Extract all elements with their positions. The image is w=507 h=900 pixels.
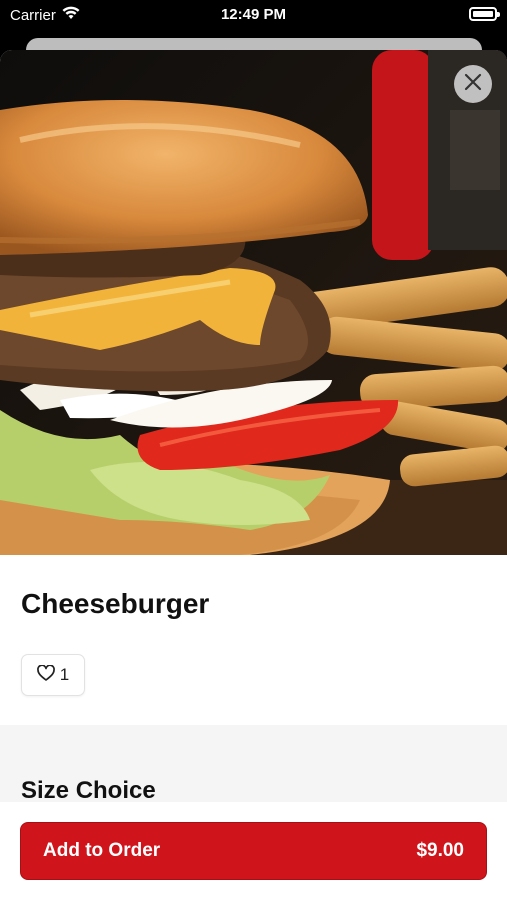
- status-time: 12:49 PM: [220, 6, 287, 23]
- status-bar: Carrier 12:49 PM: [0, 0, 507, 30]
- order-price: $9.00: [416, 840, 464, 861]
- section-title-size-choice: Size Choice: [21, 777, 156, 804]
- like-button[interactable]: 1: [21, 654, 85, 696]
- add-to-order-button[interactable]: Add to Order $9.00: [20, 822, 487, 880]
- close-icon: [464, 73, 482, 96]
- like-count: 1: [59, 665, 70, 684]
- add-to-order-label: Add to Order: [43, 840, 161, 861]
- heart-icon: [36, 663, 55, 686]
- battery-icon: [469, 7, 500, 21]
- item-image: [0, 50, 507, 555]
- item-detail-modal: Cheeseburger 1 Size Choice Add to Order …: [0, 50, 507, 900]
- item-title: Cheeseburger: [21, 588, 210, 619]
- close-button[interactable]: [454, 65, 492, 103]
- footer: Add to Order $9.00: [0, 802, 507, 900]
